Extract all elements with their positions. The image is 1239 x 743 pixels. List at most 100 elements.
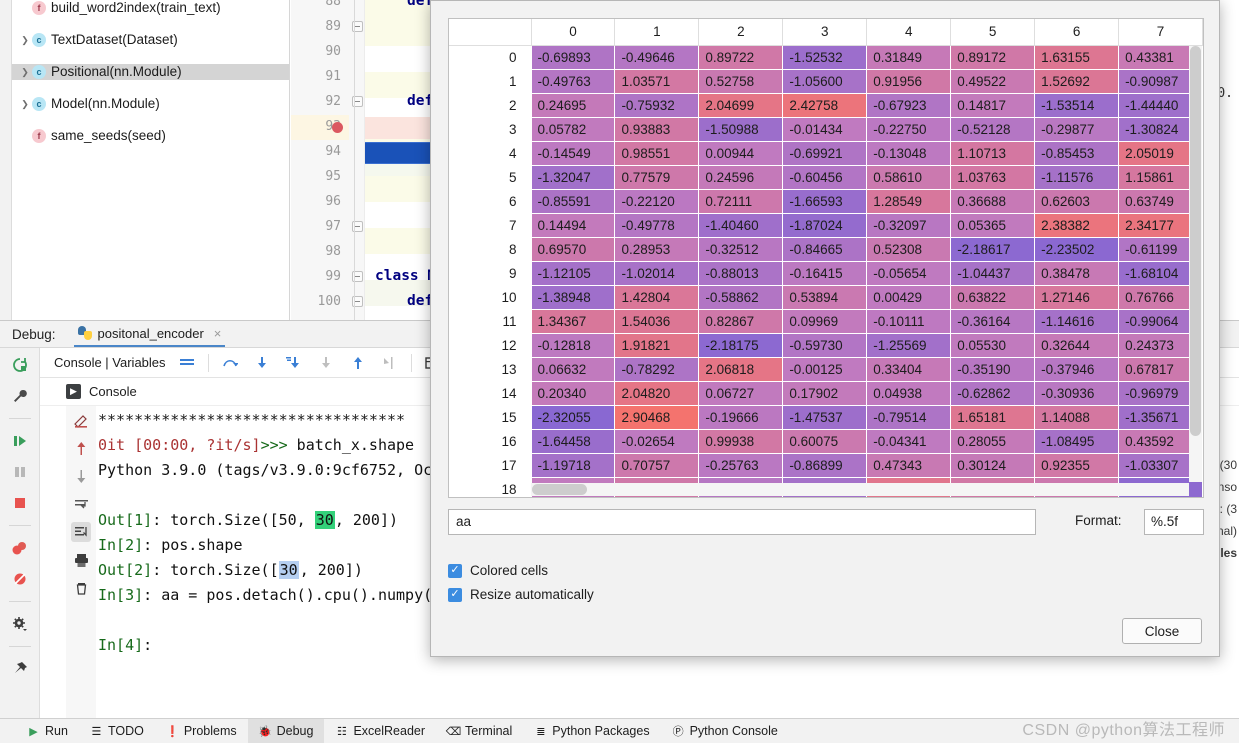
table-row[interactable]: 15 -2.32055 2.90468 -0.19666 -1.47537 -0.7951… [449,404,1203,430]
cell-15-5[interactable]: 1.65181 [950,404,1036,430]
cell-9-5[interactable]: -1.04437 [950,260,1036,286]
cell-7-3[interactable]: -1.87024 [782,212,868,238]
column-header-1[interactable]: 1 [614,19,700,46]
cell-2-3[interactable]: 2.42758 [782,92,868,118]
settings-gear-icon[interactable] [9,613,31,635]
cell-12-5[interactable]: 0.05530 [950,332,1036,358]
cell-9-1[interactable]: -1.02014 [614,260,700,286]
cell-1-6[interactable]: 1.52692 [1034,68,1120,94]
cell-15-4[interactable]: -0.79514 [866,404,952,430]
cell-10-3[interactable]: 0.53894 [782,284,868,310]
scroll-down-icon[interactable] [71,466,91,486]
cell-12-3[interactable]: -0.59730 [782,332,868,358]
cell-5-4[interactable]: 0.58610 [866,164,952,190]
stop-icon[interactable] [9,492,31,514]
cell-6-6[interactable]: 0.62603 [1034,188,1120,214]
cell-11-2[interactable]: 0.82867 [698,308,784,334]
table-row[interactable]: 12 -0.12818 1.91821 -2.18175 -0.59730 -1.2556… [449,332,1203,358]
cell-17-3[interactable]: -0.86899 [782,452,868,478]
status-bar-item-run[interactable]: ▶ Run [16,719,79,743]
step-over-icon[interactable] [219,352,241,374]
scrollbar-thumb[interactable] [1190,46,1201,436]
cell-4-3[interactable]: -0.69921 [782,140,868,166]
cell-5-6[interactable]: -1.11576 [1034,164,1120,190]
cell-7-4[interactable]: -0.32097 [866,212,952,238]
table-row[interactable]: 4 -0.14549 0.98551 0.00944 -0.69921 -0.13048 1… [449,140,1203,166]
cell-11-3[interactable]: 0.09969 [782,308,868,334]
cell-10-4[interactable]: 0.00429 [866,284,952,310]
tree-item-3[interactable]: ❯ c Model(nn.Module) [12,96,289,112]
cell-8-5[interactable]: -2.18617 [950,236,1036,262]
cell-13-4[interactable]: 0.33404 [866,356,952,382]
table-row[interactable]: 5 -1.32047 0.77579 0.24596 -0.60456 0.58610 1.… [449,164,1203,190]
table-row[interactable]: 17 -1.19718 0.70757 -0.25763 -0.86899 0.47343… [449,452,1203,478]
cell-10-2[interactable]: -0.58862 [698,284,784,310]
cell-6-0[interactable]: -0.85591 [530,188,616,214]
cell-7-2[interactable]: -1.40460 [698,212,784,238]
table-row[interactable]: 16 -1.64458 -0.02654 0.99938 0.60075 -0.04341… [449,428,1203,454]
table-horizontal-scrollbar[interactable] [531,483,1189,496]
cell-13-5[interactable]: -0.35190 [950,356,1036,382]
cell-2-6[interactable]: -1.53514 [1034,92,1120,118]
table-row[interactable]: 6 -0.85591 -0.22120 0.72111 -1.66593 1.28549 0… [449,188,1203,214]
cell-0-1[interactable]: -0.49646 [614,44,700,70]
status-bar-item-terminal[interactable]: ⌫ Terminal [436,719,523,743]
breakpoint-icon[interactable] [332,122,343,133]
cell-5-5[interactable]: 1.03763 [950,164,1036,190]
cell-16-4[interactable]: -0.04341 [866,428,952,454]
column-header-7[interactable]: 7 [1118,19,1203,46]
cell-3-2[interactable]: -1.50988 [698,116,784,142]
status-bar-item-debug[interactable]: 🐞 Debug [247,718,325,743]
cell-5-0[interactable]: -1.32047 [530,164,616,190]
column-header-4[interactable]: 4 [866,19,952,46]
soft-wrap-icon[interactable] [71,494,91,514]
column-header-0[interactable]: 0 [530,19,616,46]
cell-17-1[interactable]: 0.70757 [614,452,700,478]
cell-13-6[interactable]: -0.37946 [1034,356,1120,382]
checkbox-checked-icon[interactable]: ✓ [448,587,462,602]
cell-3-3[interactable]: -0.01434 [782,116,868,142]
status-bar-item-python-packages[interactable]: ≣ Python Packages [523,719,660,743]
cell-4-0[interactable]: -0.14549 [530,140,616,166]
cell-0-4[interactable]: 0.31849 [866,44,952,70]
cell-8-1[interactable]: 0.28953 [614,236,700,262]
array-table-container[interactable]: 0 1 2 3 4 5 6 7 0 -0.69893 -0.49646 0.89722 -1.52532… [448,18,1204,498]
close-button[interactable]: Close [1122,618,1202,644]
cell-15-2[interactable]: -0.19666 [698,404,784,430]
close-icon[interactable]: × [214,326,222,341]
cell-12-1[interactable]: 1.91821 [614,332,700,358]
colored-cells-checkbox-row[interactable]: ✓ Colored cells [448,563,548,578]
cell-8-0[interactable]: 0.69570 [530,236,616,262]
cell-2-5[interactable]: 0.14817 [950,92,1036,118]
cell-1-0[interactable]: -0.49763 [530,68,616,94]
cell-10-0[interactable]: -1.38948 [530,284,616,310]
chevron-right-icon[interactable]: ❯ [18,32,32,48]
settings-wrench-icon[interactable] [9,385,31,407]
tree-item-0[interactable]: f build_word2index(train_text) [12,0,289,16]
mute-breakpoints-icon[interactable] [9,568,31,590]
cell-9-4[interactable]: -0.05654 [866,260,952,286]
tree-item-4[interactable]: f same_seeds(seed) [12,128,289,144]
cell-14-6[interactable]: -0.30936 [1034,380,1120,406]
cell-9-3[interactable]: -0.16415 [782,260,868,286]
run-to-cursor-icon[interactable] [379,352,401,374]
table-row[interactable]: 8 0.69570 0.28953 -0.32512 -0.84665 0.52308 -2… [449,236,1203,262]
cell-17-0[interactable]: -1.19718 [530,452,616,478]
cell-10-5[interactable]: 0.63822 [950,284,1036,310]
cell-3-1[interactable]: 0.93883 [614,116,700,142]
cell-14-5[interactable]: -0.62862 [950,380,1036,406]
cell-5-2[interactable]: 0.24596 [698,164,784,190]
cell-0-2[interactable]: 0.89722 [698,44,784,70]
cell-6-3[interactable]: -1.66593 [782,188,868,214]
cell-14-4[interactable]: 0.04938 [866,380,952,406]
cell-9-0[interactable]: -1.12105 [530,260,616,286]
debug-vertical-toolbar[interactable] [0,348,40,719]
chevron-right-icon[interactable]: ❯ [18,96,32,112]
view-breakpoints-icon[interactable] [9,537,31,559]
cell-4-4[interactable]: -0.13048 [866,140,952,166]
format-input[interactable]: %.5f [1144,509,1204,535]
cell-1-2[interactable]: 0.52758 [698,68,784,94]
resume-program-icon[interactable] [9,430,31,452]
tree-item-2[interactable]: ❯ c Positional(nn.Module) [12,64,289,80]
console-gutter-toolbar[interactable] [66,406,96,718]
